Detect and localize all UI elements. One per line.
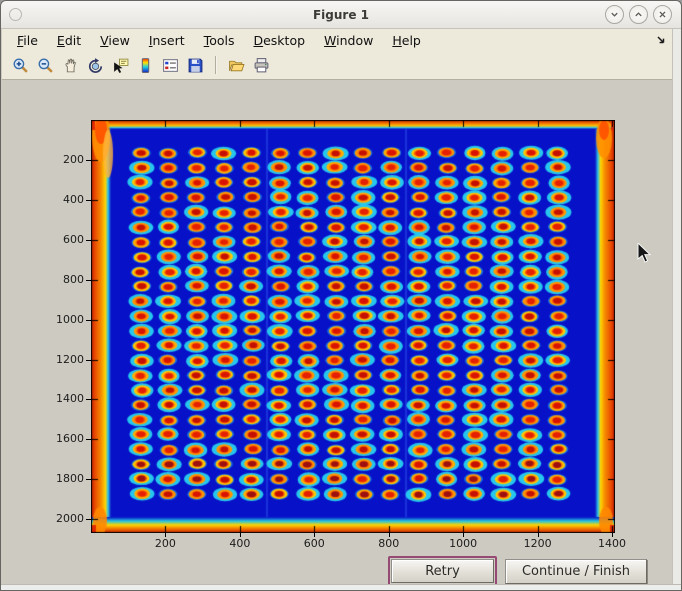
y-tick-label: 1200 [36, 353, 84, 366]
y-tick-label: 1000 [36, 313, 84, 326]
x-tick-mark [389, 533, 390, 537]
figure-canvas-area: 200 400 600 800 1000 1200 1400 1600 1800 2000 200 4… [2, 80, 681, 590]
y-tick-mark [86, 519, 91, 520]
x-tick-mark [612, 533, 613, 537]
title-bar: Figure 1 [1, 1, 681, 29]
y-tick-mark [86, 479, 91, 480]
menu-edit[interactable]: Edit [55, 32, 83, 49]
y-tick-label: 400 [36, 193, 84, 206]
print-icon[interactable] [252, 56, 271, 75]
y-tick-mark [86, 280, 91, 281]
y-tick-mark [86, 320, 91, 321]
y-tick-label: 1800 [36, 472, 84, 485]
y-tick-mark [86, 240, 91, 241]
menu-bar: File Edit View Insert Tools Desktop Window Help [2, 29, 681, 51]
menu-help[interactable]: Help [390, 32, 423, 49]
x-tick-label: 1000 [439, 537, 487, 550]
retry-button[interactable]: Retry [391, 559, 494, 583]
data-cursor-icon[interactable] [111, 56, 130, 75]
menu-window[interactable]: Window [322, 32, 375, 49]
window-right-edge [672, 29, 681, 590]
x-tick-mark [314, 533, 315, 537]
mouse-cursor-icon [637, 243, 652, 268]
menu-file[interactable]: File [15, 32, 40, 49]
x-tick-label: 1200 [514, 537, 562, 550]
save-icon[interactable] [186, 56, 205, 75]
x-tick-mark [165, 533, 166, 537]
y-tick-label: 200 [36, 153, 84, 166]
open-icon[interactable] [227, 56, 246, 75]
y-tick-label: 800 [36, 273, 84, 286]
y-tick-mark [86, 439, 91, 440]
continue-finish-button[interactable]: Continue / Finish [505, 559, 647, 584]
x-tick-mark [240, 533, 241, 537]
plate-scan-image[interactable] [91, 120, 615, 533]
insert-legend-icon[interactable] [161, 56, 180, 75]
toolbar [2, 51, 681, 80]
toolbar-separator [215, 56, 217, 74]
colorbar-icon[interactable] [136, 56, 155, 75]
y-tick-label: 1600 [36, 432, 84, 445]
y-tick-label: 600 [36, 233, 84, 246]
retry-button-highlight: Retry [388, 556, 497, 586]
y-tick-mark [86, 399, 91, 400]
rotate-3d-icon[interactable] [86, 56, 105, 75]
menu-view[interactable]: View [98, 32, 132, 49]
y-tick-mark [86, 360, 91, 361]
x-tick-label: 600 [290, 537, 338, 550]
y-tick-mark [86, 160, 91, 161]
x-tick-label: 200 [141, 537, 189, 550]
x-tick-label: 800 [365, 537, 413, 550]
menu-insert[interactable]: Insert [147, 32, 187, 49]
menu-tools[interactable]: Tools [202, 32, 237, 49]
x-tick-mark [538, 533, 539, 537]
y-tick-label: 1400 [36, 392, 84, 405]
x-tick-label: 1400 [588, 537, 636, 550]
x-tick-mark [463, 533, 464, 537]
y-tick-mark [86, 200, 91, 201]
zoom-out-icon[interactable] [36, 56, 55, 75]
x-tick-label: 400 [216, 537, 264, 550]
window-bottom-edge [1, 584, 681, 590]
window-title: Figure 1 [1, 8, 681, 22]
dock-arrow-icon[interactable] [656, 33, 667, 48]
axes [91, 120, 615, 533]
y-tick-label: 2000 [36, 512, 84, 525]
figure-window: Figure 1 File Edit View Insert Tools Desktop W… [0, 0, 682, 591]
menu-desktop[interactable]: Desktop [251, 32, 307, 49]
zoom-in-icon[interactable] [11, 56, 30, 75]
pan-icon[interactable] [61, 56, 80, 75]
